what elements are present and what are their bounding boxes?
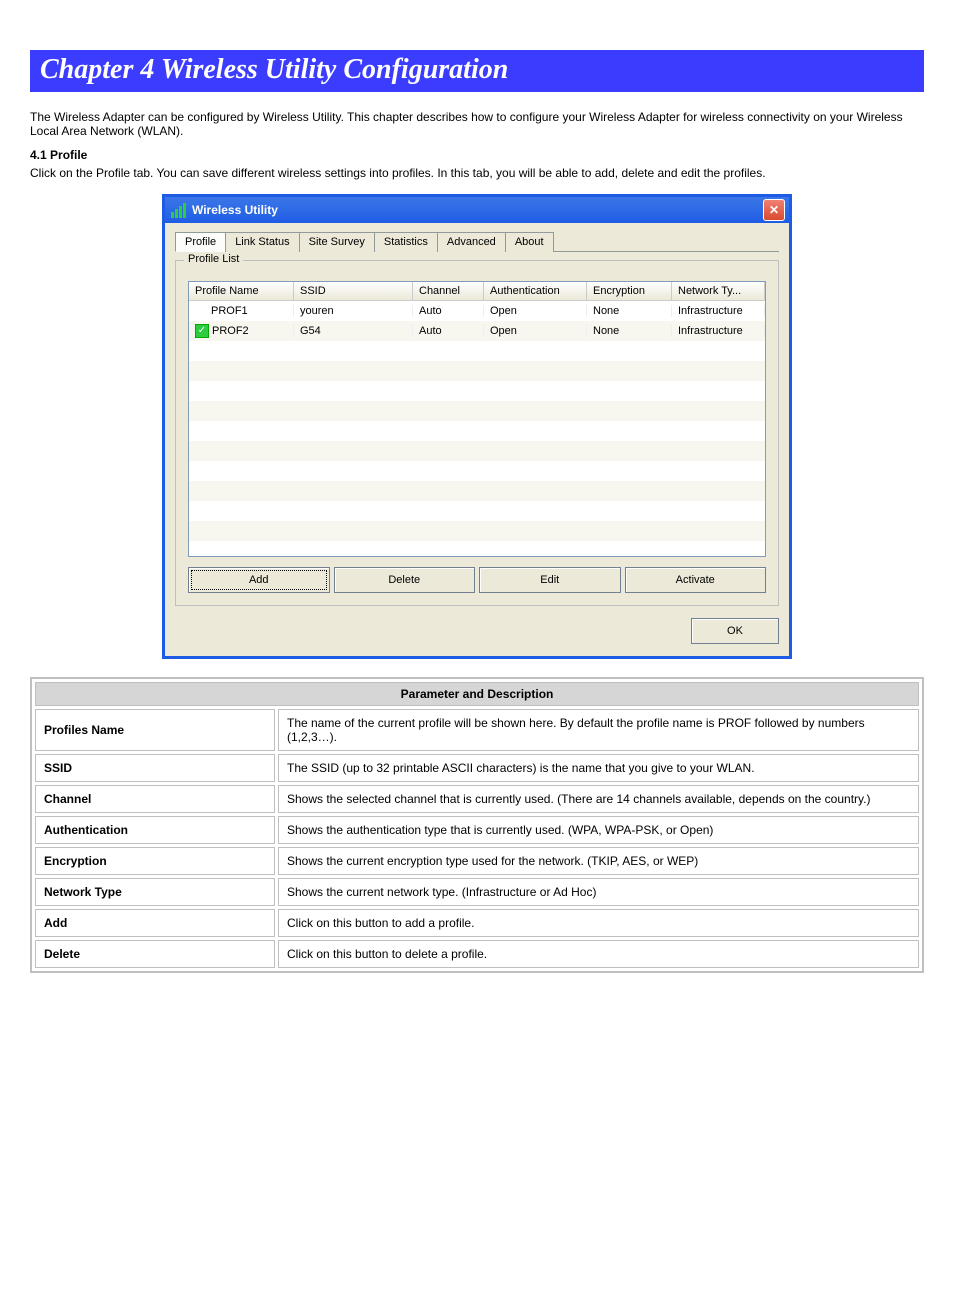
table-row[interactable]: PROF1 youren Auto Open None Infrastructu… xyxy=(189,301,765,321)
cell-ssid: youren xyxy=(294,305,413,317)
section-title: 4.1 Profile xyxy=(30,148,924,162)
tab-statistics[interactable]: Statistics xyxy=(374,232,438,252)
profile-listview[interactable]: Profile Name SSID Channel Authentication… xyxy=(188,281,766,557)
close-icon[interactable]: ✕ xyxy=(763,199,785,221)
desc-text: The SSID (up to 32 printable ASCII chara… xyxy=(278,754,919,782)
col-profile-name[interactable]: Profile Name xyxy=(189,282,294,300)
edit-button[interactable]: Edit xyxy=(479,567,621,593)
col-encryption[interactable]: Encryption xyxy=(587,282,672,300)
cell-channel: Auto xyxy=(413,305,484,317)
cell-profile-name: PROF2 xyxy=(212,325,249,337)
tab-site-survey[interactable]: Site Survey xyxy=(299,232,375,252)
listview-header: Profile Name SSID Channel Authentication… xyxy=(189,282,765,301)
desc-param: Delete xyxy=(35,940,275,968)
col-network-type[interactable]: Network Ty... xyxy=(672,282,765,300)
profile-list-group: Profile List Profile Name SSID Channel A… xyxy=(175,260,779,606)
cell-auth: Open xyxy=(484,325,587,337)
desc-text: Click on this button to add a profile. xyxy=(278,909,919,937)
cell-encryption: None xyxy=(587,325,672,337)
checkmark-icon: ✓ xyxy=(195,324,209,338)
cell-channel: Auto xyxy=(413,325,484,337)
window-title: Wireless Utility xyxy=(192,203,278,217)
groupbox-legend: Profile List xyxy=(184,253,243,265)
desc-param: Encryption xyxy=(35,847,275,875)
delete-button[interactable]: Delete xyxy=(334,567,476,593)
cell-ssid: G54 xyxy=(294,325,413,337)
table-row[interactable]: ✓PROF2 G54 Auto Open None Infrastructure xyxy=(189,321,765,341)
desc-param: Authentication xyxy=(35,816,275,844)
cell-profile-name: PROF1 xyxy=(211,305,248,317)
signal-icon xyxy=(171,202,187,218)
intro-text: The Wireless Adapter can be configured b… xyxy=(30,110,924,138)
desc-param: Channel xyxy=(35,785,275,813)
section-text: Click on the Profile tab. You can save d… xyxy=(30,166,924,180)
tab-link-status[interactable]: Link Status xyxy=(225,232,299,252)
chapter-heading: Chapter 4 Wireless Utility Configuration xyxy=(40,54,508,85)
description-table: Parameter and Description Profiles NameT… xyxy=(30,677,924,973)
desc-table-header: Parameter and Description xyxy=(35,682,919,706)
wireless-utility-window: Wireless Utility ✕ Profile Link Status S… xyxy=(162,194,792,659)
tab-about[interactable]: About xyxy=(505,232,554,252)
desc-param: Add xyxy=(35,909,275,937)
tabstrip: Profile Link Status Site Survey Statisti… xyxy=(175,231,779,252)
col-auth[interactable]: Authentication xyxy=(484,282,587,300)
ok-button[interactable]: OK xyxy=(691,618,779,644)
cell-encryption: None xyxy=(587,305,672,317)
cell-auth: Open xyxy=(484,305,587,317)
activate-button[interactable]: Activate xyxy=(625,567,767,593)
cell-network-type: Infrastructure xyxy=(672,325,765,337)
desc-text: The name of the current profile will be … xyxy=(278,709,919,751)
col-ssid[interactable]: SSID xyxy=(294,282,413,300)
desc-text: Shows the current network type. (Infrast… xyxy=(278,878,919,906)
tab-profile[interactable]: Profile xyxy=(175,232,226,252)
cell-network-type: Infrastructure xyxy=(672,305,765,317)
col-channel[interactable]: Channel xyxy=(413,282,484,300)
desc-param: SSID xyxy=(35,754,275,782)
desc-param: Profiles Name xyxy=(35,709,275,751)
desc-text: Shows the selected channel that is curre… xyxy=(278,785,919,813)
desc-text: Shows the authentication type that is cu… xyxy=(278,816,919,844)
desc-text: Click on this button to delete a profile… xyxy=(278,940,919,968)
desc-text: Shows the current encryption type used f… xyxy=(278,847,919,875)
titlebar: Wireless Utility ✕ xyxy=(165,197,789,223)
desc-param: Network Type xyxy=(35,878,275,906)
tab-advanced[interactable]: Advanced xyxy=(437,232,506,252)
chapter-heading-bar: Chapter 4 Wireless Utility Configuration xyxy=(30,50,924,92)
add-button[interactable]: Add xyxy=(188,567,330,593)
